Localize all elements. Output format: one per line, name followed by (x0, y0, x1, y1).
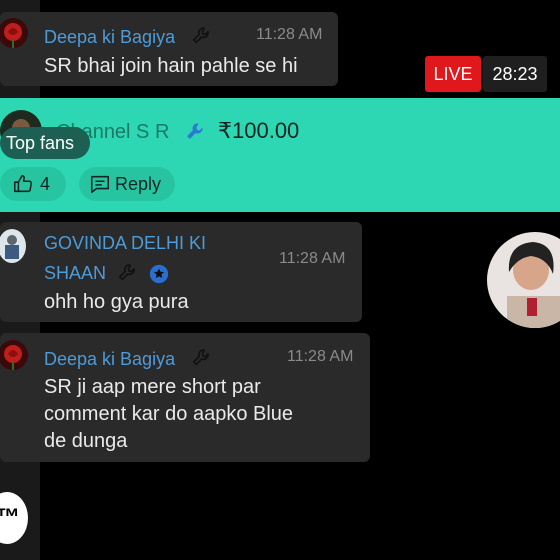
reply-label: Reply (115, 174, 162, 194)
comment-author[interactable]: Deepa ki Bagiya (44, 27, 175, 48)
live-badge: LIVE (425, 56, 481, 92)
live-elapsed-time: 28:23 (483, 56, 547, 92)
reply-icon (90, 175, 110, 194)
like-count: 4 (40, 174, 51, 194)
comment-time: 11:28 AM (256, 26, 323, 43)
like-button[interactable]: 4 (0, 167, 66, 201)
thumbs-up-icon (13, 174, 33, 193)
wrench-icon (192, 27, 209, 44)
comment-text: SR bhai join hain pahle se hi (44, 55, 298, 77)
comment-text: ohh ho gya pura (44, 291, 189, 313)
comment-author[interactable]: GOVINDA DELHI KI (44, 233, 206, 254)
comment-text: SR ji aap mere short par (44, 376, 261, 398)
comment-text: comment kar do aapko Blue (44, 403, 294, 425)
comment-text: de dunga (44, 430, 128, 452)
comment-time: 11:28 AM (279, 250, 346, 267)
reaction-icon[interactable]: ™ (0, 500, 20, 536)
wrench-icon (118, 264, 135, 281)
top-fans-badge[interactable]: Top fans (0, 127, 90, 159)
star-badge-icon (149, 264, 169, 284)
wrench-icon (192, 349, 209, 366)
host-avatar[interactable] (487, 232, 560, 328)
comment-time: 11:28 AM (287, 348, 354, 365)
comment-author[interactable]: SHAAN (44, 263, 106, 284)
reply-button[interactable]: Reply (79, 167, 175, 201)
host-avatar-image (487, 232, 560, 328)
wrench-icon (187, 123, 203, 139)
super-chat-amount: ₹100.00 (218, 118, 300, 143)
comment-author[interactable]: Deepa ki Bagiya (44, 349, 175, 370)
